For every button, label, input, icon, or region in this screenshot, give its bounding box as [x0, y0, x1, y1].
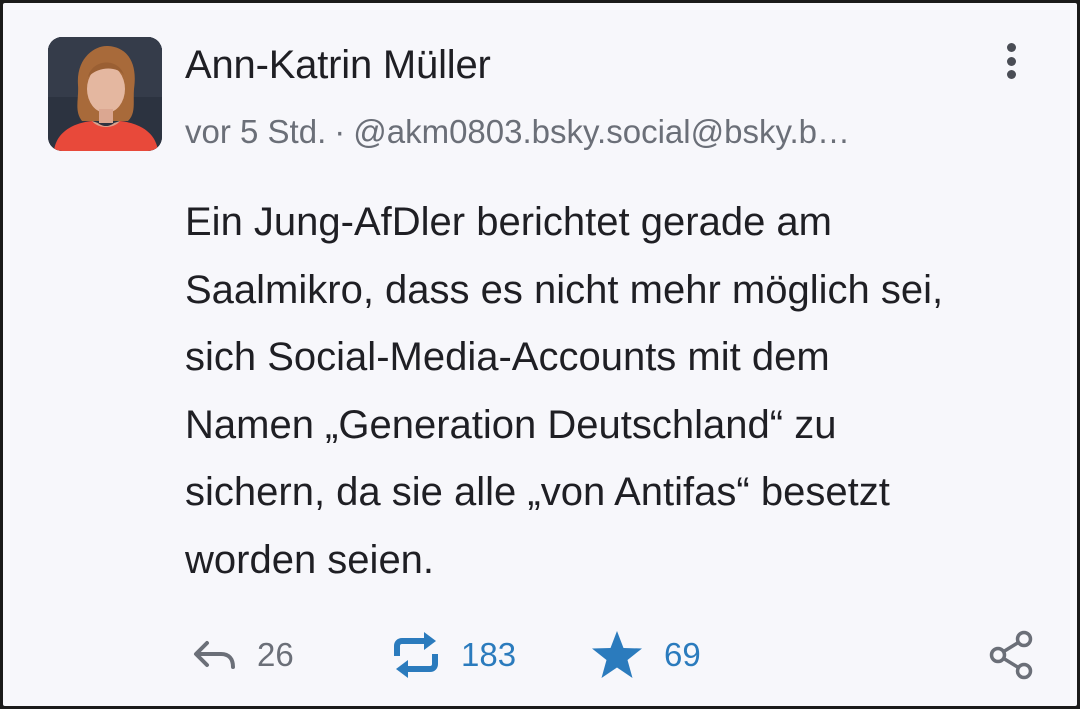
- favourite-button[interactable]: 69: [590, 623, 701, 687]
- post-text-line: sich Social-Media-Accounts mit dem: [185, 335, 830, 379]
- post-timestamp[interactable]: vor 5 Std.: [185, 113, 326, 150]
- share-button[interactable]: [988, 623, 1034, 687]
- avatar-image: [48, 37, 162, 151]
- more-options-icon-dot: [1006, 70, 1016, 79]
- star-icon: [592, 631, 642, 678]
- author-handle[interactable]: @akm0803.bsky.social@bsky.b…: [353, 113, 850, 150]
- post-content: Ein Jung-AfDler berichtet gerade am Saal…: [185, 189, 1045, 594]
- more-options-button[interactable]: [993, 39, 1029, 83]
- avatar[interactable]: [48, 37, 162, 151]
- boost-icon: [394, 632, 438, 678]
- post-meta: vor 5 Std. · @akm0803.bsky.social@bsky.b…: [185, 113, 850, 151]
- more-options-icon: [1006, 43, 1016, 52]
- share-icon: [989, 630, 1033, 680]
- post-text-line: sichern, da sie alle „von Antifas“ beset…: [185, 470, 890, 514]
- reply-icon: [194, 641, 235, 669]
- post-text-line: Saalmikro, dass es nicht mehr möglich se…: [185, 267, 944, 312]
- post-text-line: Ein Jung-AfDler berichtet gerade am: [185, 200, 832, 244]
- boost-button[interactable]: 183: [391, 623, 516, 687]
- post-card[interactable]: Ann-Katrin Müller vor 5 Std. · @akm0803.bs…: [3, 3, 1077, 706]
- boost-count: 183: [461, 636, 517, 673]
- post-text-line: worden seien.: [185, 537, 435, 582]
- meta-separator: ·: [334, 113, 346, 150]
- favourite-count: 69: [664, 636, 701, 673]
- reply-button[interactable]: 26: [191, 623, 294, 687]
- author-display-name[interactable]: Ann-Katrin Müller: [185, 43, 491, 88]
- post-action-bar: 26 183 69: [3, 623, 1077, 687]
- post-text-line: Namen „Generation Deutschland“ zu: [185, 402, 837, 447]
- reply-count: 26: [257, 636, 294, 673]
- more-options-icon-dot: [1006, 56, 1016, 66]
